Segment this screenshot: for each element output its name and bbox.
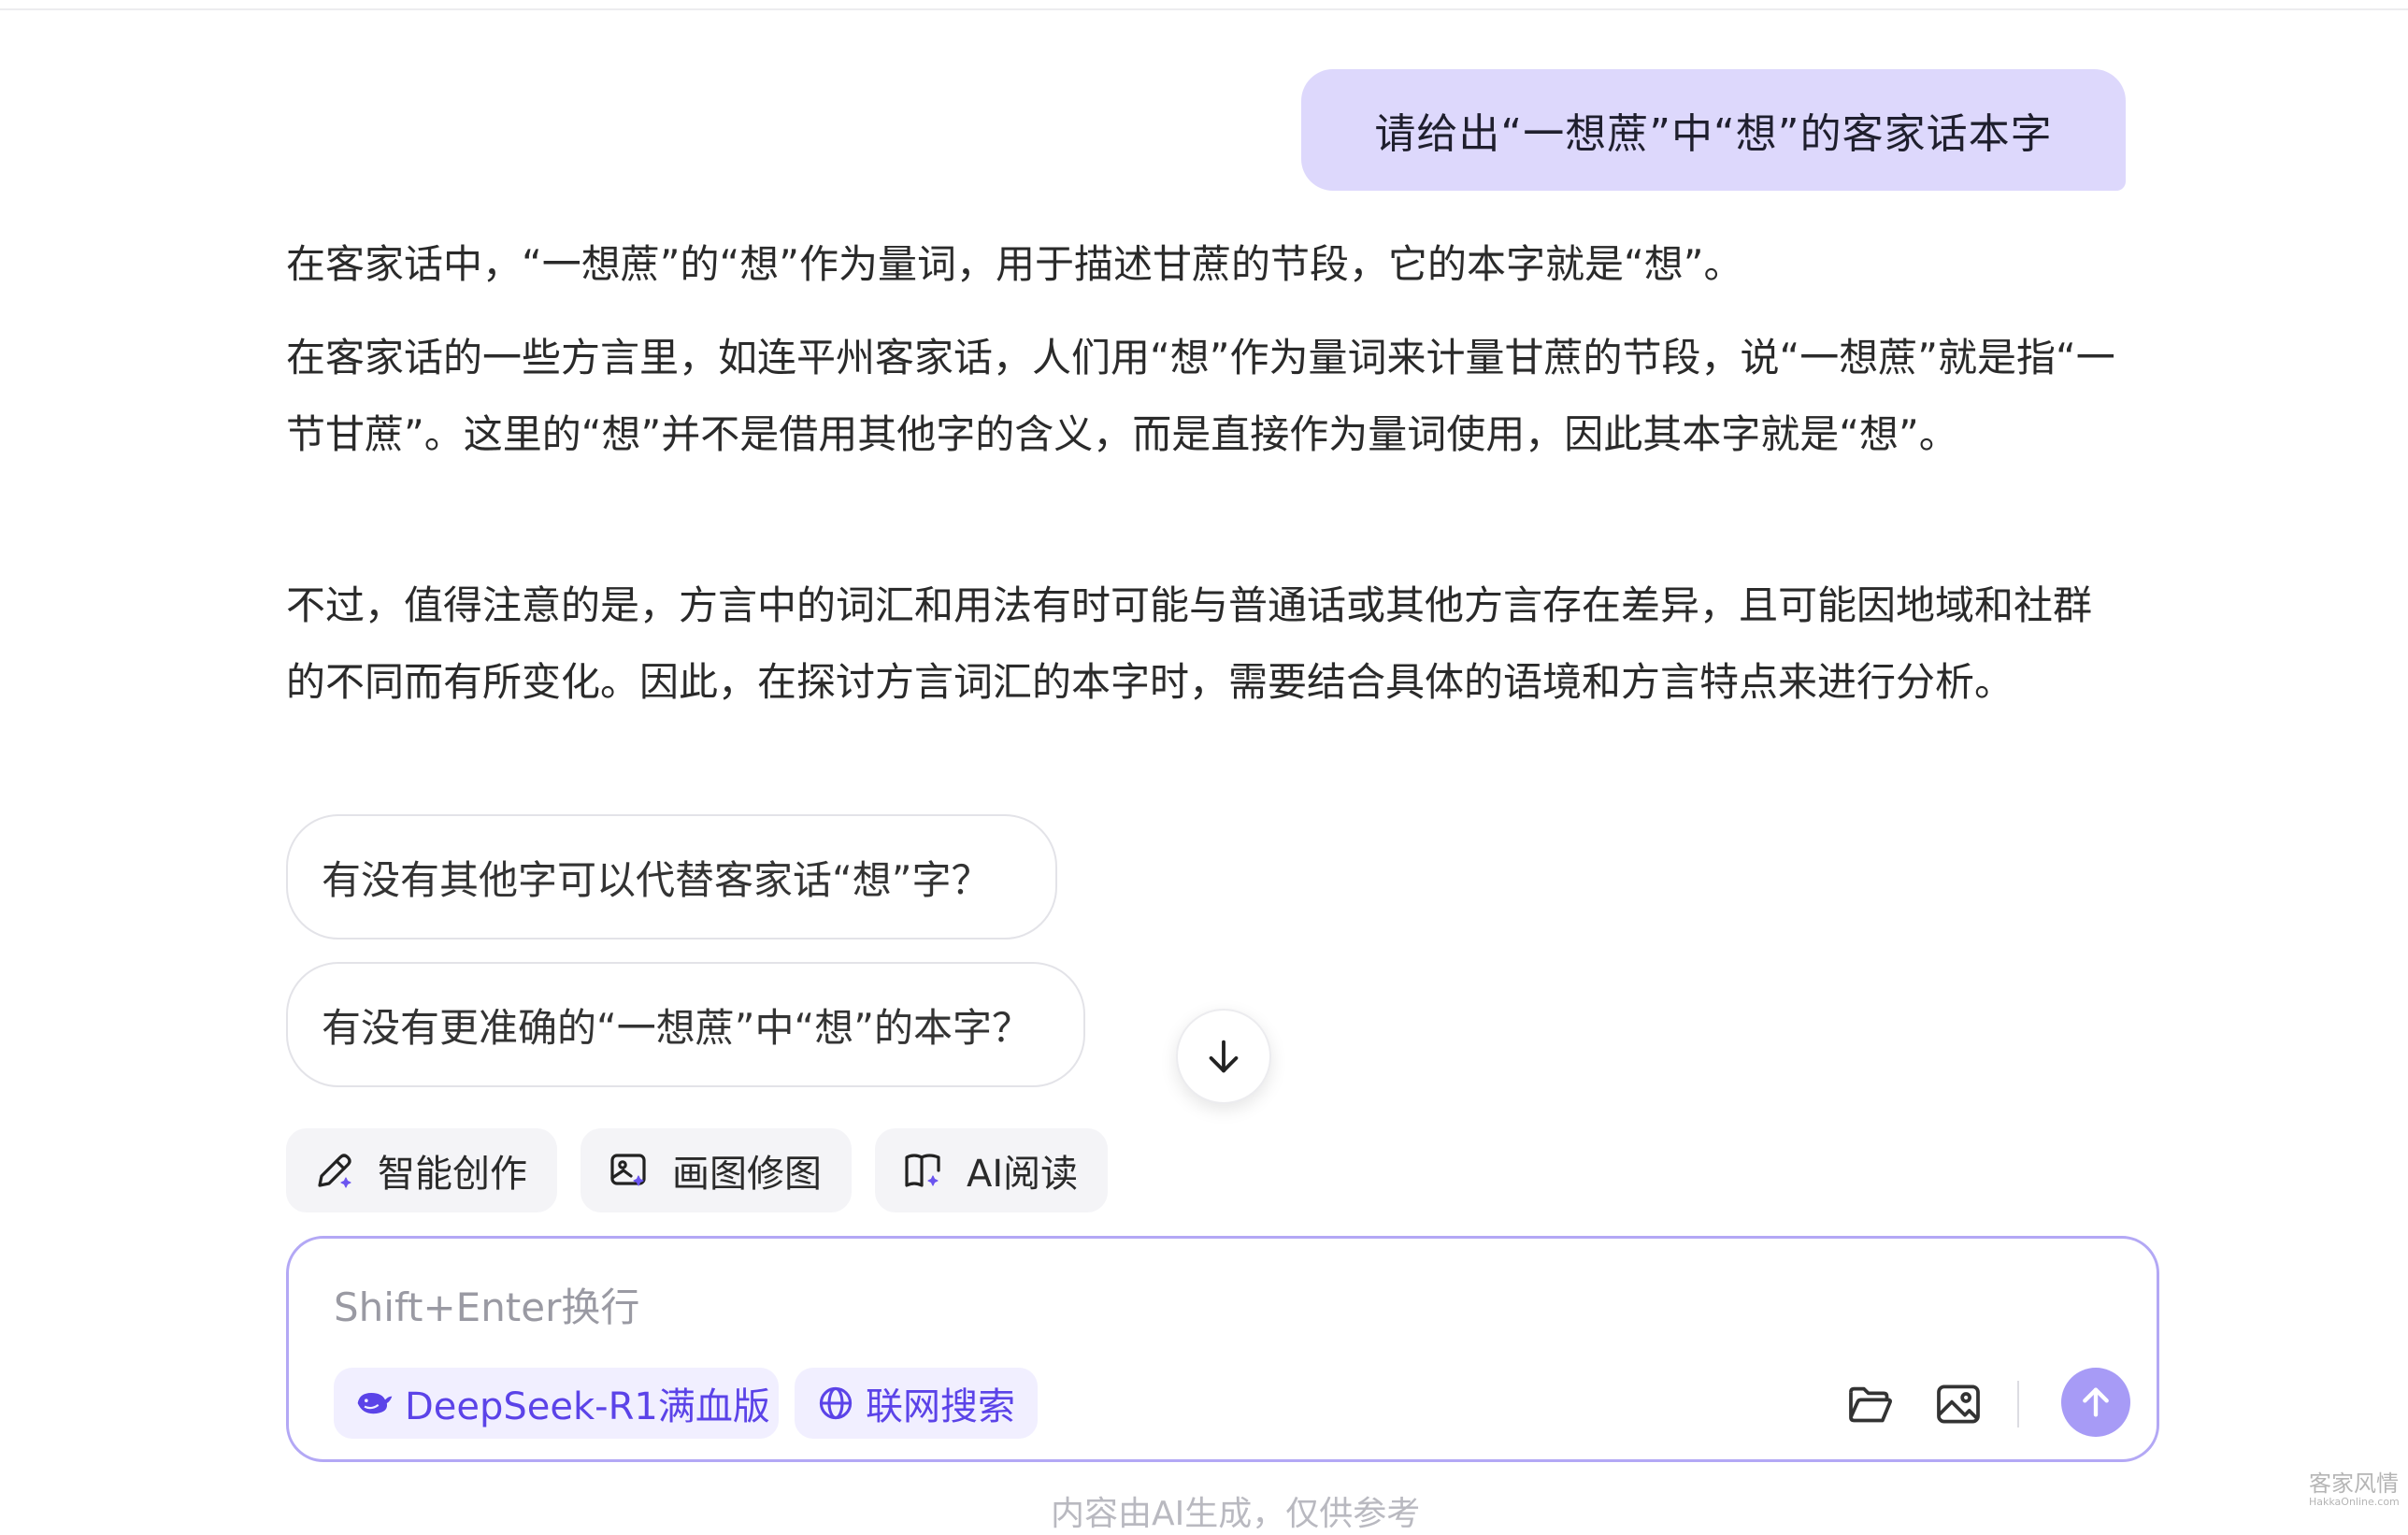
scroll-to-bottom-button[interactable] bbox=[1176, 1009, 1271, 1104]
suggestion-chip[interactable]: 有没有其他字可以代替客家话“想”字？ bbox=[286, 814, 1057, 940]
web-search-label: 联网搜索 bbox=[866, 1385, 1015, 1428]
whale-icon bbox=[354, 1383, 395, 1424]
pen-sparkle-icon bbox=[312, 1148, 357, 1193]
smart-create-label: 智能创作 bbox=[378, 1153, 527, 1196]
folder-icon bbox=[1849, 1386, 1892, 1423]
arrow-up-icon bbox=[2083, 1387, 2109, 1417]
answer-paragraph: 不过，值得注意的是，方言中的词汇和用法有时可能与普通话或其他方言存在差异，且可能… bbox=[286, 582, 2093, 705]
globe-icon bbox=[815, 1383, 856, 1424]
ai-disclaimer: 内容由AI生成，仅供参考 bbox=[1051, 1495, 1421, 1533]
image-edit-button[interactable]: 画图修图 bbox=[580, 1128, 852, 1212]
smart-create-button[interactable]: 智能创作 bbox=[286, 1128, 557, 1212]
model-select-chip[interactable]: DeepSeek-R1满血版 bbox=[334, 1368, 779, 1439]
answer-paragraph: 在客家话中，“一想蔗”的“想”作为量词，用于描述甘蔗的节段，它的本字就是“想”。 bbox=[286, 241, 1743, 287]
user-message-bubble: 请给出“一想蔗”中“想”的客家话本字 bbox=[1301, 69, 2126, 191]
answer-paragraph: 在客家话的一些方言里，如连平州客家话，人们用“想”作为量词来计量甘蔗的节段，说“… bbox=[286, 335, 2115, 457]
book-sparkle-icon bbox=[901, 1148, 946, 1193]
site-watermark: 客家风情 HakkaOnline.com bbox=[2309, 1470, 2400, 1513]
model-chip-label: DeepSeek-R1满血版 bbox=[405, 1385, 770, 1428]
message-composer[interactable]: Shift+Enter换行 DeepSeek-R1满血版 联网搜索 bbox=[286, 1236, 2159, 1462]
watermark-sub: HakkaOnline.com bbox=[2309, 1496, 2400, 1508]
suggestion-chip[interactable]: 有没有更准确的“一想蔗”中“想”的本字？ bbox=[286, 962, 1085, 1087]
toolbar-divider bbox=[2017, 1381, 2019, 1427]
ai-read-button[interactable]: AI阅读 bbox=[875, 1128, 1108, 1212]
message-input[interactable]: Shift+Enter换行 bbox=[334, 1276, 639, 1333]
image-edit-label: 画图修图 bbox=[672, 1153, 822, 1196]
web-search-chip[interactable]: 联网搜索 bbox=[795, 1368, 1038, 1439]
ai-read-label: AI阅读 bbox=[967, 1153, 1079, 1196]
image-icon bbox=[1937, 1384, 1980, 1424]
arrow-down-icon bbox=[1209, 1040, 1239, 1073]
upload-image-button[interactable] bbox=[1928, 1374, 1988, 1434]
top-divider bbox=[0, 8, 2408, 10]
watermark-main: 客家风情 bbox=[2309, 1470, 2399, 1497]
upload-file-button[interactable] bbox=[1841, 1374, 1900, 1434]
send-button[interactable] bbox=[2061, 1368, 2130, 1437]
image-sparkle-icon bbox=[607, 1148, 652, 1193]
